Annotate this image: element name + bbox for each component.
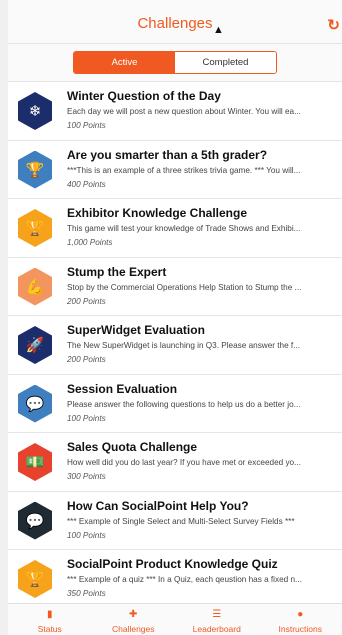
challenge-points: 1,000 Points bbox=[67, 238, 113, 247]
challenge-title: SocialPoint Product Knowledge Quiz bbox=[67, 557, 278, 571]
challenge-points: 100 Points bbox=[67, 121, 106, 130]
challenge-description: Each day we will post a new question abo… bbox=[67, 107, 301, 116]
bottom-tab-bar: ▮ Status ✚ Challenges ☰ Leaderboard ● In… bbox=[8, 603, 342, 635]
mouse-cursor-icon: ▲ bbox=[213, 24, 224, 36]
challenge-item[interactable]: 💬 Session Evaluation Please answer the f… bbox=[8, 375, 342, 433]
rocket-icon: 🚀 bbox=[18, 326, 52, 364]
challenge-description: *** Example of a quiz *** In a Quiz, eac… bbox=[67, 575, 302, 584]
list-icon: ☰ bbox=[212, 609, 222, 620]
tab-status[interactable]: ▮ Status bbox=[8, 604, 92, 635]
challenge-points: 100 Points bbox=[67, 413, 106, 423]
challenge-description: This game will test your knowledge of Tr… bbox=[67, 224, 301, 233]
tab-label: Instructions bbox=[278, 624, 322, 634]
challenge-item[interactable]: ❄ Winter Question of the Day Each day we… bbox=[8, 82, 342, 141]
chat-bubble-icon: 💬 bbox=[18, 384, 52, 423]
challenge-points: 300 Points bbox=[67, 472, 106, 481]
header-bar: Challenges ▲ ↻ bbox=[8, 0, 342, 44]
challenge-item[interactable]: 🏆 SocialPoint Product Knowledge Quiz ***… bbox=[8, 550, 342, 609]
snowflake-icon: ❄ bbox=[18, 92, 52, 130]
challenge-description: The New SuperWidget is launching in Q3. … bbox=[67, 341, 301, 350]
challenge-title: Session Evaluation bbox=[67, 381, 178, 396]
trophy-icon: 🏆 bbox=[18, 209, 52, 247]
challenge-points: 350 Points bbox=[67, 589, 106, 598]
challenge-item[interactable]: 💪 Stump the Expert Stop by the Commercia… bbox=[8, 258, 342, 316]
tab-label: Leaderboard bbox=[192, 624, 241, 634]
challenge-item[interactable]: 🏆 Are you smarter than a 5th grader? ***… bbox=[8, 141, 342, 199]
challenge-title: Are you smarter than a 5th grader? bbox=[67, 147, 268, 162]
challenge-description: How well did you do last year? If you ha… bbox=[67, 458, 301, 467]
challenge-title: SuperWidget Evaluation bbox=[67, 323, 205, 337]
active-tab[interactable]: Active bbox=[74, 52, 175, 73]
completed-tab[interactable]: Completed bbox=[175, 52, 276, 73]
challenge-description: ***This is an example of a three strikes… bbox=[67, 165, 301, 175]
bar-chart-icon: ▮ bbox=[46, 609, 53, 620]
info-icon: ● bbox=[297, 609, 304, 620]
speech-bubble-icon: 💬 bbox=[18, 501, 52, 540]
challenge-title: Winter Question of the Day bbox=[67, 89, 221, 103]
challenge-description: Please answer the following questions to… bbox=[67, 399, 301, 409]
segmented-control: Active Completed bbox=[73, 51, 277, 74]
challenge-list: ❄ Winter Question of the Day Each day we… bbox=[8, 82, 342, 609]
challenge-title: Exhibitor Knowledge Challenge bbox=[67, 206, 248, 220]
tab-instructions[interactable]: ● Instructions bbox=[259, 604, 342, 635]
challenge-points: 200 Points bbox=[67, 355, 106, 364]
trophy-icon: 🏆 bbox=[18, 560, 52, 598]
segment-bar: Active Completed bbox=[8, 44, 342, 82]
challenge-item[interactable]: 🏆 Exhibitor Knowledge Challenge This gam… bbox=[8, 199, 342, 258]
tab-label: Challenges bbox=[111, 624, 155, 634]
challenge-description: *** Example of Single Select and Multi-S… bbox=[67, 516, 295, 526]
challenge-item[interactable]: 🚀 SuperWidget Evaluation The New SuperWi… bbox=[8, 316, 342, 375]
challenge-title: Sales Quota Challenge bbox=[67, 440, 198, 454]
tab-challenges[interactable]: ✚ Challenges bbox=[92, 604, 176, 635]
puzzle-icon: ✚ bbox=[129, 609, 138, 620]
tab-leaderboard[interactable]: ☰ Leaderboard bbox=[175, 604, 259, 635]
challenge-item[interactable]: 💬 How Can SocialPoint Help You? *** Exam… bbox=[8, 492, 342, 550]
challenge-title: Stump the Expert bbox=[67, 264, 167, 279]
refresh-icon[interactable]: ↻ bbox=[327, 16, 340, 34]
challenge-title: How Can SocialPoint Help You? bbox=[67, 498, 249, 513]
challenge-description: Stop by the Commercial Operations Help S… bbox=[67, 282, 302, 292]
page-title: Challenges bbox=[137, 15, 213, 32]
challenge-points: 400 Points bbox=[67, 179, 106, 189]
challenge-points: 200 Points bbox=[67, 296, 106, 306]
money-icon: 💵 bbox=[18, 443, 52, 481]
challenge-item[interactable]: 💵 Sales Quota Challenge How well did you… bbox=[8, 433, 342, 492]
challenge-points: 100 Points bbox=[67, 530, 106, 540]
tab-label: Status bbox=[37, 624, 62, 634]
app-screen: Challenges ▲ ↻ Active Completed ❄ Winter… bbox=[8, 0, 342, 635]
flexed-arm-icon: 💪 bbox=[18, 267, 52, 306]
trophy-icon: 🏆 bbox=[18, 150, 52, 189]
